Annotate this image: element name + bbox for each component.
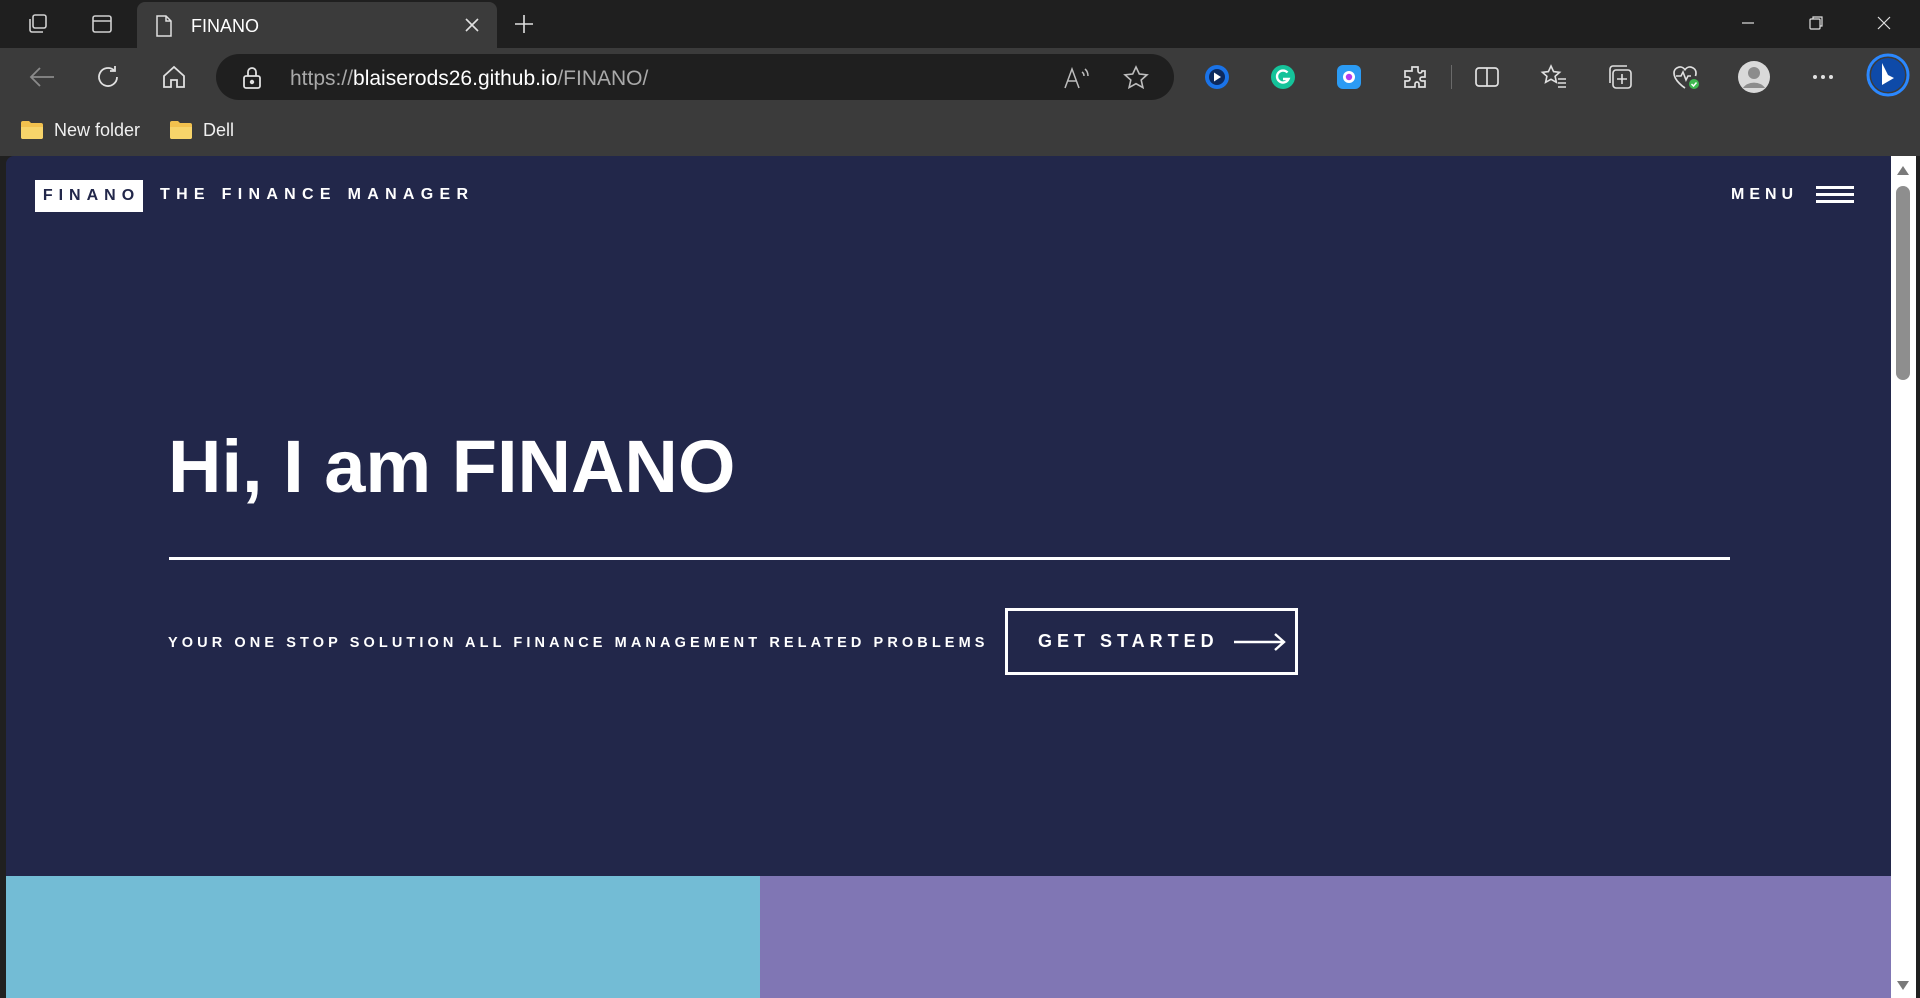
hero-divider	[169, 557, 1730, 560]
restore-icon[interactable]	[1782, 0, 1850, 46]
browser-tab[interactable]: FINANO	[137, 2, 497, 48]
more-options-icon[interactable]	[1806, 60, 1840, 94]
browser-title-bar: FINANO	[0, 0, 1920, 48]
hero-subtitle: YOUR ONE STOP SOLUTION ALL FINANCE MANAG…	[168, 635, 989, 651]
scroll-up-arrow-icon[interactable]	[1897, 166, 1909, 175]
bookmark-new-folder[interactable]: New folder	[20, 116, 140, 144]
lock-icon[interactable]	[242, 66, 262, 95]
browser-essentials-icon[interactable]	[1669, 60, 1703, 94]
toolbar-separator	[1451, 65, 1452, 89]
collections-icon[interactable]	[1603, 60, 1637, 94]
hamburger-menu-icon[interactable]	[1816, 186, 1854, 204]
profile-avatar-icon[interactable]	[1737, 60, 1771, 94]
bookmarks-bar: New folder Dell	[0, 106, 1920, 156]
split-screen-icon[interactable]	[1470, 60, 1504, 94]
close-tab-icon[interactable]	[459, 12, 485, 38]
extensions-icon[interactable]	[1398, 60, 1432, 94]
home-icon[interactable]	[155, 58, 193, 96]
back-arrow-icon[interactable]	[23, 58, 61, 96]
refresh-icon[interactable]	[89, 58, 127, 96]
get-started-label: GET STARTED	[1038, 631, 1219, 651]
address-bar[interactable]: https://blaiserods26.github.io/FINANO/	[216, 54, 1174, 100]
screen-capture-extension-icon[interactable]	[1332, 60, 1366, 94]
folder-icon	[21, 121, 43, 139]
bookmark-label: New folder	[54, 119, 141, 140]
vertical-tabs-icon[interactable]	[82, 8, 122, 40]
url-text[interactable]: https://blaiserods26.github.io/FINANO/	[290, 67, 648, 91]
favorites-icon[interactable]	[1537, 60, 1571, 94]
new-tab-icon[interactable]	[510, 8, 538, 40]
video-extension-icon[interactable]	[1200, 60, 1234, 94]
scroll-down-arrow-icon[interactable]	[1897, 981, 1909, 990]
get-started-button[interactable]: GET STARTED	[1005, 608, 1298, 675]
browser-toolbar: https://blaiserods26.github.io/FINANO/	[0, 48, 1920, 106]
site-logo[interactable]: FINANO	[35, 180, 143, 212]
feature-block-purple	[760, 876, 1891, 998]
bookmark-dell[interactable]: Dell	[169, 116, 234, 144]
folder-icon	[170, 121, 192, 139]
minimize-icon[interactable]	[1714, 0, 1782, 46]
site-tagline: THE FINANCE MANAGER	[160, 186, 475, 203]
favorite-star-icon[interactable]	[1122, 64, 1150, 92]
read-aloud-icon[interactable]	[1062, 64, 1090, 92]
arrow-right-icon	[1233, 632, 1286, 651]
page-scrollbar[interactable]	[1891, 156, 1916, 998]
workspaces-icon[interactable]	[18, 8, 58, 40]
page-viewport: FINANO THE FINANCE MANAGER MENU Hi, I am…	[6, 156, 1891, 998]
feature-block-teal	[6, 876, 760, 998]
close-window-icon[interactable]	[1850, 0, 1918, 46]
hero-title: Hi, I am FINANO	[168, 425, 736, 508]
grammarly-icon[interactable]	[1266, 60, 1300, 94]
tab-title: FINANO	[191, 16, 260, 36]
bookmark-label: Dell	[203, 119, 235, 140]
scrollbar-thumb[interactable]	[1896, 186, 1910, 380]
document-icon	[155, 15, 173, 42]
copilot-icon[interactable]	[1865, 52, 1911, 98]
menu-button-label[interactable]: MENU	[1731, 186, 1798, 204]
